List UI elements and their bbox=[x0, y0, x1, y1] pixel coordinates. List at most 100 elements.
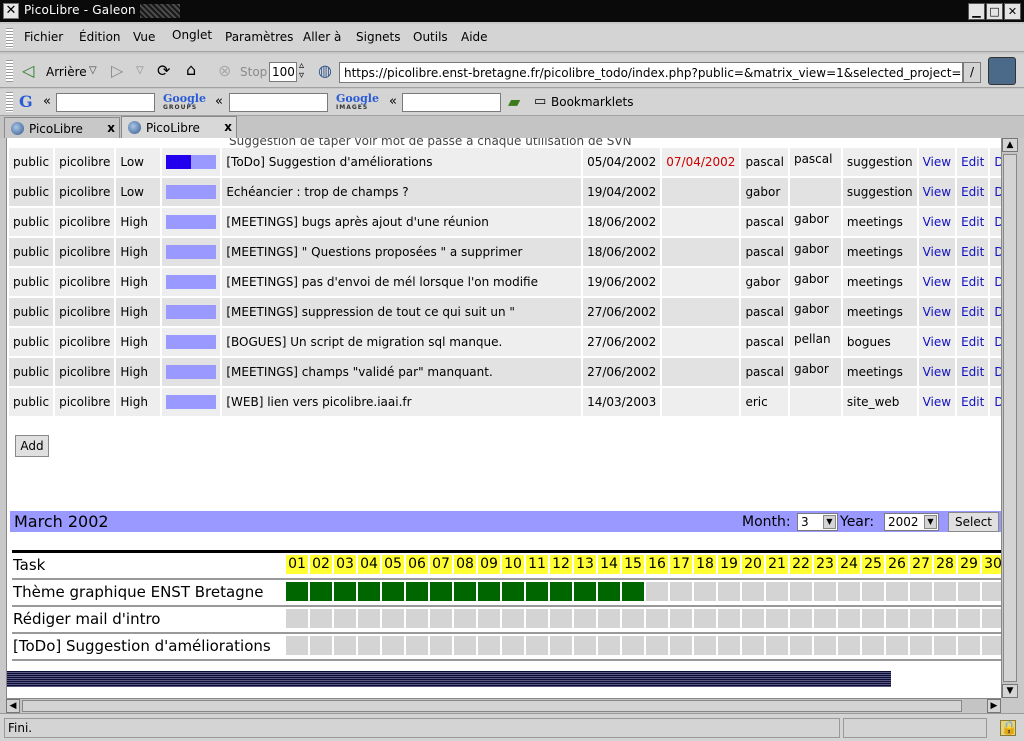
window-menu-icon[interactable]: ✕ bbox=[3, 3, 19, 19]
cell-delete[interactable]: De bbox=[990, 388, 1001, 416]
cell-edit[interactable]: Edit bbox=[957, 388, 989, 416]
groups-search-input[interactable] bbox=[229, 93, 328, 112]
url-input[interactable]: https://picolibre.enst-bretagne.fr/picol… bbox=[339, 62, 963, 83]
cell-delete[interactable]: De bbox=[990, 358, 1001, 386]
cell-view-text[interactable]: View bbox=[923, 335, 951, 349]
zoom-field[interactable]: 100 bbox=[269, 62, 297, 82]
cell-edit[interactable]: Edit bbox=[957, 208, 989, 236]
scroll-down-icon[interactable]: ▼ bbox=[1002, 684, 1018, 698]
back-button[interactable]: Arrière bbox=[46, 65, 87, 79]
forward-arrow-icon[interactable]: ▷ bbox=[111, 63, 123, 79]
cell-view-text[interactable]: View bbox=[923, 155, 951, 169]
cell-delete-text[interactable]: De bbox=[994, 395, 1001, 409]
scroll-up-icon[interactable]: ▲ bbox=[1002, 138, 1018, 152]
back-arrow-icon[interactable]: ◁ bbox=[22, 63, 34, 79]
window-titlebar[interactable]: ✕ PicoLibre - Galeon ▁ □ ✕ bbox=[0, 0, 1024, 22]
menu-signets[interactable]: Signets bbox=[356, 30, 401, 44]
cell-view-text[interactable]: View bbox=[923, 215, 951, 229]
cell-view-text[interactable]: View bbox=[923, 305, 951, 319]
cell-view[interactable]: View bbox=[918, 238, 956, 266]
google-search-input[interactable] bbox=[56, 93, 155, 112]
bookmarklets-folder[interactable]: Bookmarklets bbox=[551, 95, 633, 109]
cell-delete-text[interactable]: De bbox=[994, 275, 1001, 289]
tab-picolibre-1[interactable]: PicoLibre x bbox=[4, 117, 120, 138]
cell-view-text[interactable]: View bbox=[923, 365, 951, 379]
cell-delete-text[interactable]: De bbox=[994, 335, 1001, 349]
menu-edition[interactable]: Édition bbox=[79, 30, 121, 44]
google-arrow-icon[interactable]: « bbox=[43, 94, 51, 109]
cell-edit[interactable]: Edit bbox=[957, 328, 989, 356]
add-button[interactable]: Add bbox=[15, 435, 49, 457]
close-tab-icon[interactable]: x bbox=[107, 121, 115, 135]
close-window-button[interactable]: ✕ bbox=[1004, 3, 1021, 20]
cell-delete[interactable]: De bbox=[990, 148, 1001, 176]
cell-delete[interactable]: De bbox=[990, 268, 1001, 296]
cell-delete-text[interactable]: De bbox=[994, 245, 1001, 259]
cell-view[interactable]: View bbox=[918, 178, 956, 206]
cell-view-text[interactable]: View bbox=[923, 245, 951, 259]
back-history-icon[interactable]: ▽ bbox=[89, 63, 97, 79]
cell-delete[interactable]: De bbox=[990, 208, 1001, 236]
cell-delete-text[interactable]: De bbox=[994, 215, 1001, 229]
vertical-scroll-thumb[interactable] bbox=[1003, 154, 1017, 682]
menu-fichier[interactable]: Fichier bbox=[24, 30, 63, 44]
vertical-scrollbar[interactable]: ▲ ▼ bbox=[1001, 138, 1018, 698]
menu-parametres[interactable]: Paramètres bbox=[225, 30, 293, 44]
chevron-down-icon[interactable]: ▼ bbox=[924, 515, 937, 529]
maximize-button[interactable]: □ bbox=[986, 3, 1003, 20]
cell-edit-text[interactable]: Edit bbox=[961, 215, 984, 229]
cell-delete[interactable]: De bbox=[990, 178, 1001, 206]
cell-edit-text[interactable]: Edit bbox=[961, 155, 984, 169]
searchbar-grip[interactable] bbox=[6, 92, 13, 112]
cell-view-text[interactable]: View bbox=[923, 185, 951, 199]
horizontal-scroll-thumb[interactable] bbox=[22, 700, 962, 712]
cell-delete[interactable]: De bbox=[990, 328, 1001, 356]
tab-picolibre-2[interactable]: PicoLibre x bbox=[121, 116, 237, 138]
navbar-grip[interactable] bbox=[6, 60, 13, 82]
images-search-input[interactable] bbox=[402, 93, 501, 112]
menu-aller[interactable]: Aller à bbox=[303, 30, 341, 44]
year-select[interactable]: 2002 ▼ bbox=[884, 513, 939, 531]
images-arrow-icon[interactable]: « bbox=[389, 94, 397, 109]
cell-delete-text[interactable]: De bbox=[994, 365, 1001, 379]
cell-view[interactable]: View bbox=[918, 328, 956, 356]
cell-delete-text[interactable]: De bbox=[994, 185, 1001, 199]
month-select[interactable]: 3 ▼ bbox=[797, 513, 838, 531]
cell-view-text[interactable]: View bbox=[923, 275, 951, 289]
cell-edit[interactable]: Edit bbox=[957, 178, 989, 206]
cell-view-text[interactable]: View bbox=[923, 395, 951, 409]
forward-history-icon[interactable]: ▽ bbox=[136, 63, 144, 79]
cell-edit-text[interactable]: Edit bbox=[961, 335, 984, 349]
cell-view[interactable]: View bbox=[918, 268, 956, 296]
cell-view[interactable]: View bbox=[918, 298, 956, 326]
reload-icon[interactable]: ⟳ bbox=[157, 63, 170, 79]
select-button[interactable]: Select bbox=[948, 512, 999, 532]
cell-edit-text[interactable]: Edit bbox=[961, 365, 984, 379]
cell-edit-text[interactable]: Edit bbox=[961, 305, 984, 319]
cell-view[interactable]: View bbox=[918, 208, 956, 236]
cell-edit-text[interactable]: Edit bbox=[961, 275, 984, 289]
zoom-stepper-icon[interactable]: ▵ ▿ bbox=[299, 61, 304, 81]
close-tab-icon[interactable]: x bbox=[224, 120, 232, 134]
cell-view[interactable]: View bbox=[918, 388, 956, 416]
cell-delete-text[interactable]: De bbox=[994, 155, 1001, 169]
scroll-right-icon[interactable]: ▶ bbox=[987, 699, 1001, 713]
horizontal-scrollbar[interactable]: ◀ ▶ bbox=[6, 698, 1001, 713]
bookmarks-book-icon[interactable]: ▰ bbox=[508, 94, 520, 110]
cell-delete[interactable]: De bbox=[990, 238, 1001, 266]
cell-delete[interactable]: De bbox=[990, 298, 1001, 326]
chevron-down-icon[interactable]: ▼ bbox=[823, 515, 836, 529]
cell-delete-text[interactable]: De bbox=[994, 305, 1001, 319]
stop-button[interactable]: Stop bbox=[240, 65, 267, 79]
scroll-left-icon[interactable]: ◀ bbox=[6, 699, 20, 713]
menubar-grip[interactable] bbox=[6, 28, 13, 48]
cell-edit-text[interactable]: Edit bbox=[961, 395, 984, 409]
menu-vue[interactable]: Vue bbox=[133, 30, 155, 44]
menu-outils[interactable]: Outils bbox=[413, 30, 448, 44]
home-icon[interactable]: ⌂ bbox=[186, 62, 196, 78]
lock-icon[interactable]: 🔒 bbox=[1000, 720, 1017, 736]
menu-aide[interactable]: Aide bbox=[461, 30, 488, 44]
cell-edit[interactable]: Edit bbox=[957, 238, 989, 266]
cell-edit-text[interactable]: Edit bbox=[961, 245, 984, 259]
minimize-button[interactable]: ▁ bbox=[968, 3, 985, 20]
